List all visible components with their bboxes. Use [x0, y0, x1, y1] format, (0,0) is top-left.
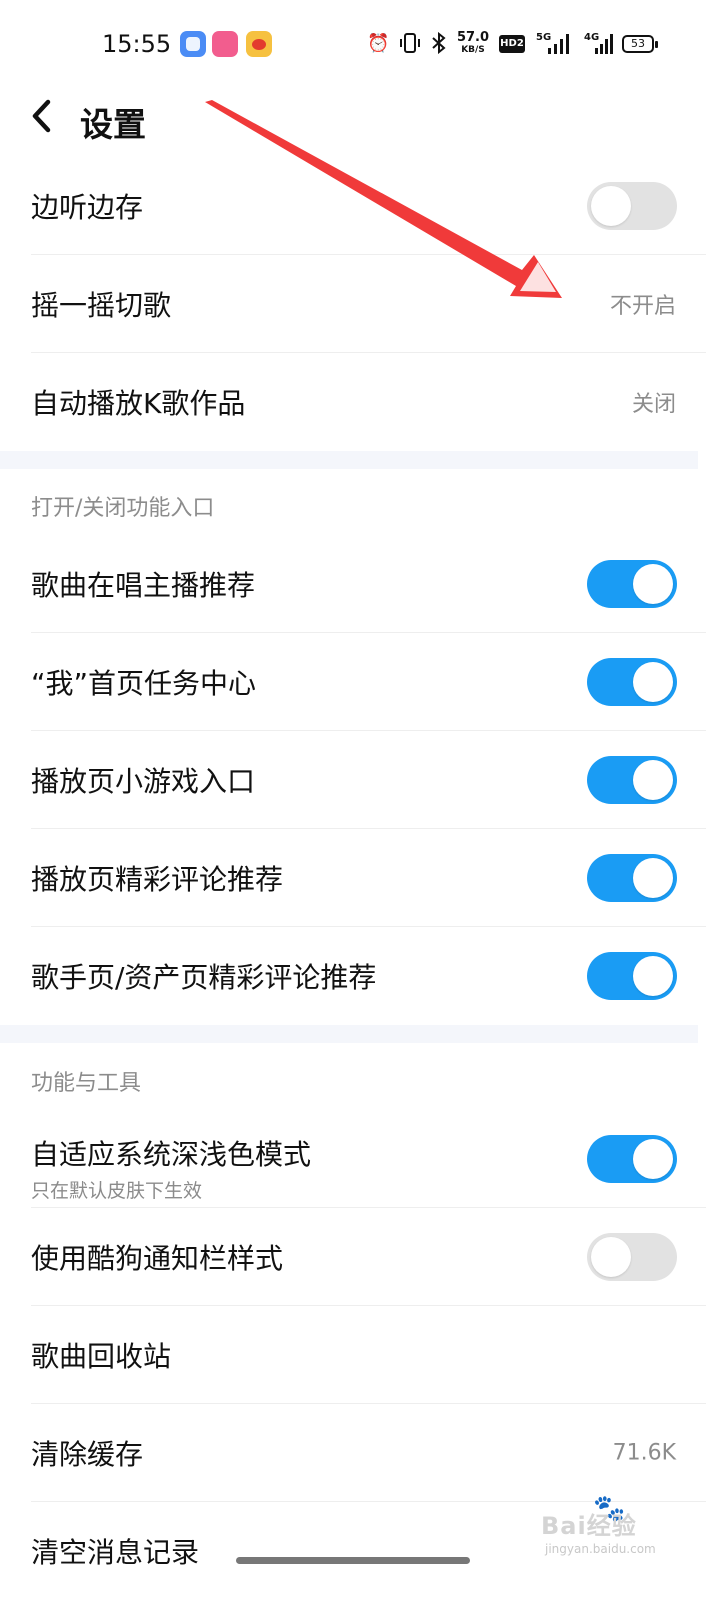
section-title-tools: 功能与工具 — [31, 1071, 142, 1096]
setting-label: 摇一摇切歌 — [31, 289, 172, 322]
status-bar: 15:55 ⏰ 57.0 KB/S HD2 5G 4G 53 — [0, 0, 720, 90]
hd-voice-icon: HD2 — [499, 35, 525, 53]
setting-row-artist-comment-recommend[interactable]: 歌手页/资产页精彩评论推荐 — [0, 927, 720, 1025]
toggle-switch[interactable] — [587, 1233, 677, 1281]
toggle-switch[interactable] — [587, 1135, 677, 1183]
toggle-switch[interactable] — [587, 658, 677, 706]
bilibili-notification-icon — [212, 31, 238, 57]
setting-label: “我”首页任务中心 — [31, 667, 257, 700]
status-time: 15:55 — [102, 30, 172, 58]
setting-row-singer-recommend[interactable]: 歌曲在唱主播推荐 — [0, 535, 720, 633]
setting-label: 自适应系统深浅色模式 — [31, 1138, 312, 1171]
setting-label: 歌曲在唱主播推荐 — [31, 569, 256, 602]
setting-row-dark-mode[interactable]: 自适应系统深浅色模式 只在默认皮肤下生效 — [0, 1110, 720, 1208]
signal-bars-icon — [548, 34, 570, 54]
section-title-entry: 打开/关闭功能入口 — [31, 496, 215, 521]
toggle-switch[interactable] — [587, 182, 677, 230]
toggle-switch[interactable] — [587, 560, 677, 608]
setting-label: 歌曲回收站 — [31, 1340, 172, 1373]
vibrate-icon — [399, 32, 421, 61]
watermark-brand: Bai经验 — [541, 1512, 637, 1540]
setting-label: 清空消息记录 — [31, 1536, 200, 1569]
alarm-icon: ⏰ — [367, 33, 390, 54]
bluetooth-icon — [430, 31, 448, 61]
section-gap — [0, 1025, 698, 1043]
app-notification-icon — [180, 31, 206, 57]
toggle-switch[interactable] — [587, 756, 677, 804]
battery-level: 53 — [631, 37, 645, 50]
setting-row-task-center[interactable]: “我”首页任务中心 — [0, 633, 720, 731]
battery-icon: 53 — [622, 35, 658, 53]
page-title: 设置 — [80, 105, 146, 144]
setting-row-recycle-bin[interactable]: 歌曲回收站 — [0, 1306, 720, 1404]
setting-value: 71.6K — [612, 1440, 676, 1466]
setting-label: 清除缓存 — [31, 1438, 144, 1471]
setting-sublabel: 只在默认皮肤下生效 — [31, 1180, 203, 1202]
baidu-jingyan-watermark: 🐾 Bai经验 jingyan.baidu.com — [541, 1494, 691, 1568]
setting-label: 播放页精彩评论推荐 — [31, 863, 284, 896]
home-indicator[interactable] — [236, 1557, 470, 1564]
network-speed: 57.0 KB/S — [456, 30, 490, 55]
toggle-switch[interactable] — [587, 952, 677, 1000]
setting-value: 不开启 — [609, 294, 676, 319]
section-gap — [0, 451, 698, 469]
setting-row-notification-style[interactable]: 使用酷狗通知栏样式 — [0, 1208, 720, 1306]
setting-label: 播放页小游戏入口 — [31, 765, 256, 798]
toggle-switch[interactable] — [587, 854, 677, 902]
setting-row-clear-cache[interactable]: 清除缓存 71.6K — [0, 1404, 720, 1502]
setting-row-shake-switch[interactable]: 摇一摇切歌 不开启 — [0, 255, 720, 353]
setting-label: 自动播放K歌作品 — [31, 387, 246, 420]
signal-bars-icon — [595, 34, 613, 54]
setting-row-comment-recommend[interactable]: 播放页精彩评论推荐 — [0, 829, 720, 927]
weibo-notification-icon — [246, 31, 272, 57]
setting-label: 边听边存 — [31, 191, 144, 224]
back-button[interactable] — [24, 96, 64, 136]
chevron-left-icon — [32, 99, 51, 133]
watermark-site: jingyan.baidu.com — [545, 1542, 656, 1556]
setting-label: 使用酷狗通知栏样式 — [31, 1242, 284, 1275]
header: 设置 — [0, 80, 720, 160]
setting-row-autoplay-k-song[interactable]: 自动播放K歌作品 关闭 — [0, 353, 720, 451]
setting-row-listen-save[interactable]: 边听边存 — [0, 157, 720, 255]
setting-label: 歌手页/资产页精彩评论推荐 — [31, 961, 377, 994]
setting-row-mini-game[interactable]: 播放页小游戏入口 — [0, 731, 720, 829]
setting-value: 关闭 — [631, 392, 676, 417]
